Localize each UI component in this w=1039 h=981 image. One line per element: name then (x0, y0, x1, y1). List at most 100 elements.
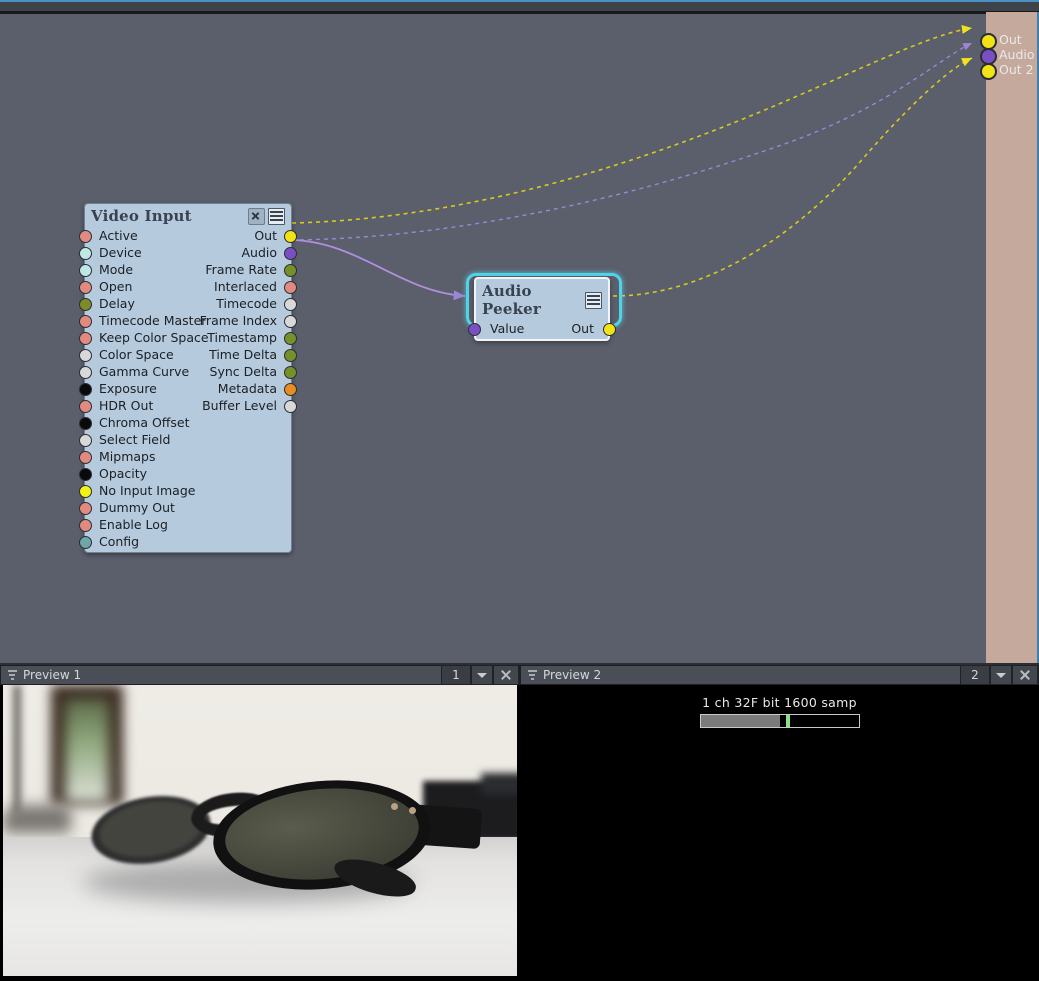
port-row: Open Interlaced (79, 278, 297, 295)
node-title-bar[interactable]: Video Input (85, 204, 291, 227)
port-dot-output[interactable] (284, 298, 297, 311)
port-label: Timestamp (207, 330, 277, 345)
port-dot-output[interactable] (284, 383, 297, 396)
port-row: Timecode Master Frame Index (79, 312, 297, 329)
close-icon[interactable] (1012, 665, 1038, 685)
audio-meter-label: 1 ch 32F bit 1600 samp (702, 695, 857, 710)
port-row: Color Space Time Delta (79, 346, 297, 363)
port-dot-input[interactable] (79, 451, 92, 464)
port-row: Enable Log (79, 516, 291, 533)
port-dot-output[interactable] (284, 264, 297, 277)
port-row: Mode Frame Rate (79, 261, 297, 278)
preview-1-index[interactable]: 1 (441, 665, 471, 685)
port-row: Value Out (468, 320, 616, 339)
port-label: Sync Delta (209, 364, 277, 379)
port-dot-input[interactable] (79, 536, 92, 549)
port-row: Keep Color Space Timestamp (79, 329, 297, 346)
port-dot-input[interactable] (79, 519, 92, 532)
port-label: Delay (99, 296, 135, 311)
port-dot-input[interactable] (79, 230, 92, 243)
node-title-text: Audio Peeker (482, 282, 542, 318)
port-label: Active (99, 228, 138, 243)
port-label: Keep Color Space (99, 330, 209, 345)
port-label: Time Delta (209, 347, 277, 362)
edge-output-port-out2[interactable] (980, 63, 997, 80)
port-dot-input[interactable] (79, 417, 92, 430)
port-dot-input[interactable] (79, 281, 92, 294)
chevron-down-icon[interactable] (471, 665, 493, 685)
preview-panel-2: Preview 2 2 1 ch 32F bit 1600 samp (520, 665, 1039, 981)
port-dot-input[interactable] (79, 485, 92, 498)
port-row: Exposure Metadata (79, 380, 297, 397)
top-toolbar (0, 2, 1039, 12)
port-dot-input[interactable] (79, 502, 92, 515)
port-dot-input[interactable] (468, 323, 481, 336)
port-label: Buffer Level (202, 398, 277, 413)
list-icon[interactable] (268, 207, 285, 225)
port-label: Out (254, 228, 277, 243)
chevron-down-icon[interactable] (990, 665, 1012, 685)
drag-handle-icon[interactable] (521, 665, 543, 685)
port-dot-input[interactable] (79, 366, 92, 379)
preview-2-body[interactable]: 1 ch 32F bit 1600 samp (520, 685, 1039, 981)
node-audio-peeker[interactable]: Audio Peeker Value Out (468, 277, 616, 341)
port-dot-output[interactable] (284, 366, 297, 379)
close-icon[interactable] (493, 665, 519, 685)
port-dot-input[interactable] (79, 332, 92, 345)
port-dot-input[interactable] (79, 434, 92, 447)
port-row: Active Out (79, 227, 297, 244)
port-label: Opacity (99, 466, 148, 481)
node-title-bar[interactable]: Audio Peeker (476, 279, 608, 320)
edge-output-label: Audio (999, 47, 1035, 62)
port-label: Open (99, 279, 133, 294)
app-window: Video Input Active Out Device Audio Mode Fr… (0, 0, 1039, 981)
port-label: Metadata (217, 381, 277, 396)
node-ports: Active Out Device Audio Mode Frame Rate Ope… (79, 227, 297, 552)
port-label: Frame Rate (205, 262, 277, 277)
node-title-text: Video Input (91, 207, 192, 225)
port-label: Timecode Master (99, 313, 207, 328)
preview-2-header[interactable]: Preview 2 2 (520, 665, 1039, 685)
port-dot-output[interactable] (603, 323, 616, 336)
preview-panel-1: Preview 1 1 (0, 665, 520, 981)
node-video-input[interactable]: Video Input Active Out Device Audio Mode Fr… (79, 203, 297, 553)
port-dot-input[interactable] (79, 264, 92, 277)
preview-1-header[interactable]: Preview 1 1 (0, 665, 520, 685)
port-dot-input[interactable] (79, 400, 92, 413)
port-dot-input[interactable] (79, 349, 92, 362)
port-label: Out (571, 321, 594, 336)
port-row: Config (79, 533, 291, 552)
node-ports: Value Out (468, 320, 616, 339)
port-dot-output[interactable] (284, 332, 297, 345)
port-label: Mipmaps (99, 449, 156, 464)
port-dot-input[interactable] (79, 298, 92, 311)
port-label: Interlaced (214, 279, 277, 294)
port-label: Chroma Offset (99, 415, 190, 430)
preview-2-index[interactable]: 2 (960, 665, 990, 685)
port-dot-output[interactable] (284, 281, 297, 294)
port-dot-input[interactable] (79, 315, 92, 328)
port-label: Audio (241, 245, 277, 260)
port-label: Config (99, 534, 140, 549)
graph-top-border (0, 12, 1039, 14)
port-dot-input[interactable] (79, 247, 92, 260)
list-icon[interactable] (585, 291, 602, 309)
port-row: Gamma Curve Sync Delta (79, 363, 297, 380)
port-dot-output[interactable] (284, 349, 297, 362)
port-dot-output[interactable] (284, 230, 297, 243)
port-label: Dummy Out (99, 500, 175, 515)
port-dot-output[interactable] (284, 315, 297, 328)
port-dot-output[interactable] (284, 247, 297, 260)
audio-meter-fill (701, 715, 780, 727)
port-row: Chroma Offset (79, 414, 291, 431)
close-icon[interactable] (248, 207, 265, 225)
preview-1-body[interactable] (0, 685, 520, 981)
node-graph-canvas[interactable]: Video Input Active Out Device Audio Mode Fr… (0, 12, 1039, 663)
drag-handle-icon[interactable] (1, 665, 23, 685)
port-dot-output[interactable] (284, 400, 297, 413)
edge-output-label: Out (999, 32, 1022, 47)
port-dot-input[interactable] (79, 468, 92, 481)
port-dot-input[interactable] (79, 383, 92, 396)
preview-image (3, 685, 517, 976)
port-row: Dummy Out (79, 499, 291, 516)
